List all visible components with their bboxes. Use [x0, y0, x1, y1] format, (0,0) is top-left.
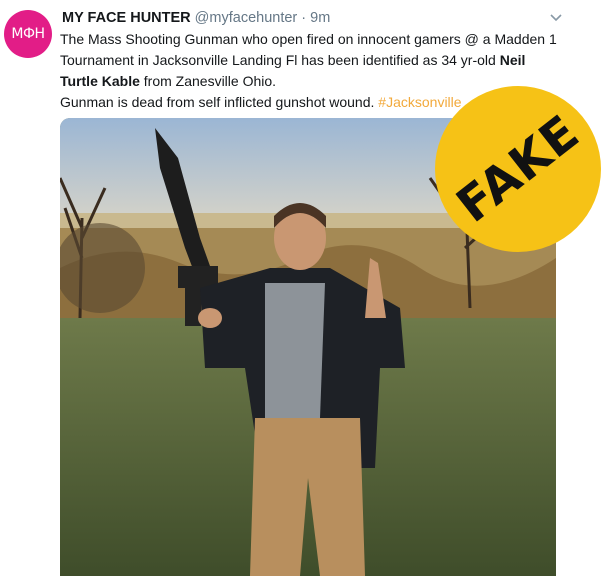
author-name[interactable]: MY FACE HUNTER: [62, 10, 191, 26]
hashtag-link[interactable]: #Jacksonville: [378, 94, 461, 110]
bold-name-part-1: Neil: [499, 52, 526, 68]
author-handle[interactable]: @myfacehunter: [195, 10, 298, 26]
timestamp[interactable]: 9m: [310, 10, 330, 26]
tweet-line-3: Turtle Kable from Zanesville Ohio.: [60, 73, 277, 89]
tweet-line-2: Tournament in Jacksonville Landing Fl ha…: [60, 52, 526, 68]
avatar-logo-text: MФH: [11, 26, 45, 42]
tweet-line-1: The Mass Shooting Gunman who open fired …: [60, 31, 557, 47]
fake-stamp-label: FAKE: [446, 104, 590, 234]
tweet-header: MY FACE HUNTER @myfacehunter · 9m: [62, 10, 574, 30]
bold-name-part-2: Turtle Kable: [60, 73, 140, 89]
chevron-down-icon[interactable]: [548, 10, 564, 26]
separator-dot: ·: [301, 10, 307, 26]
fake-stamp-badge: FAKE: [435, 86, 601, 252]
avatar[interactable]: MФH: [4, 10, 52, 58]
